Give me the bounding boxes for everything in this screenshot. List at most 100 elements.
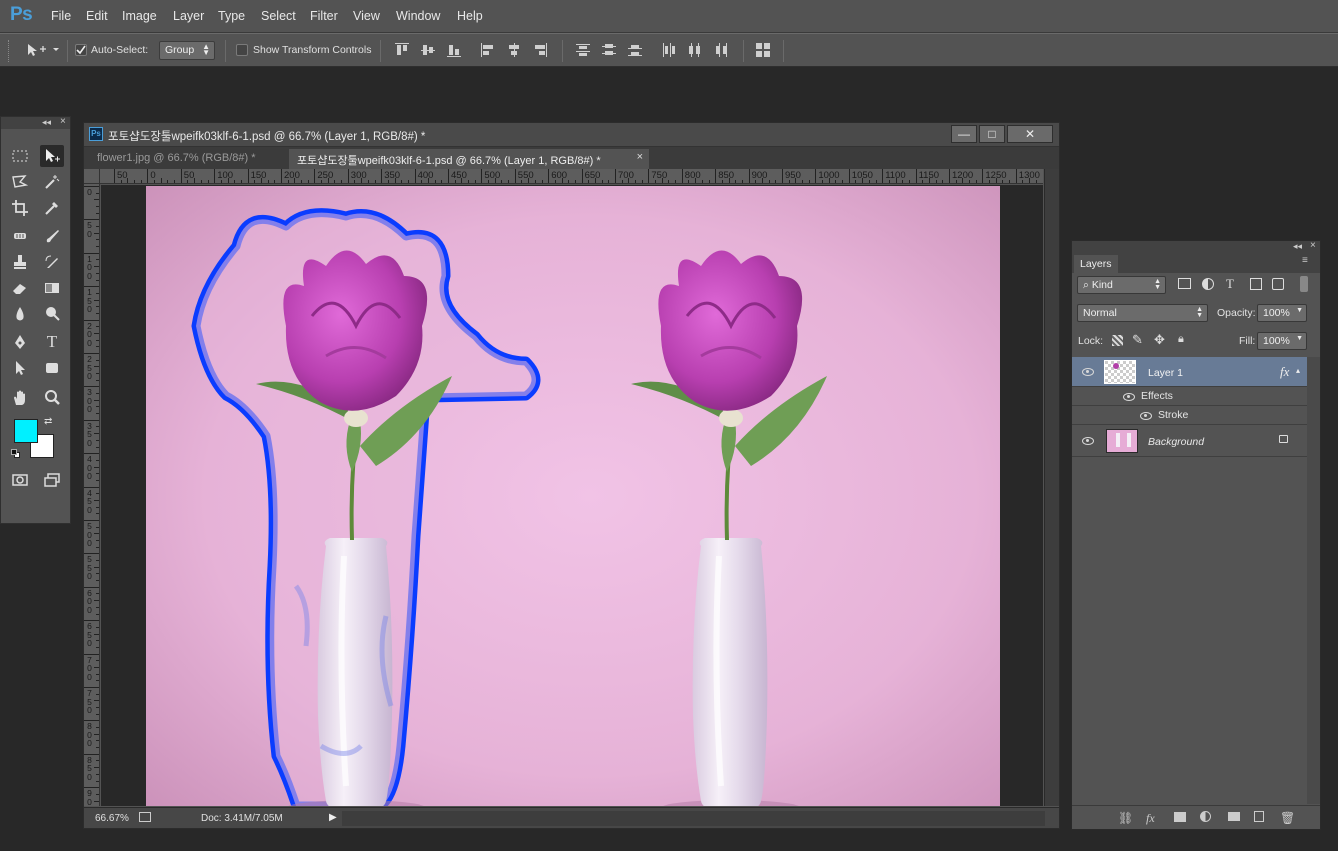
dropdown-arrow-icon[interactable]: ▼ <box>1296 307 1303 314</box>
menu-window[interactable]: Window <box>396 9 440 23</box>
vertical-ruler[interactable]: 0 50 100 150 200 250 300 350 400 450 500 550 600 650 7… <box>84 184 100 806</box>
tab-active-document[interactable]: 포토샵도장툴wpeifk03klf-6-1.psd @ 66.7% (Layer… <box>289 149 649 169</box>
layer-row-layer-1[interactable]: Layer 1 fx ▴ <box>1072 357 1307 387</box>
clone-stamp-tool-icon[interactable] <box>8 251 32 273</box>
tools-panel-header[interactable]: ◂◂ × <box>1 116 70 129</box>
screen-mode-icon[interactable] <box>40 469 64 491</box>
layer-row-background[interactable]: Background <box>1072 425 1307 457</box>
distribute-top-icon[interactable] <box>576 43 590 57</box>
menu-edit[interactable]: Edit <box>86 9 108 23</box>
zoom-tool-icon[interactable] <box>40 387 64 409</box>
magic-wand-tool-icon[interactable] <box>40 171 64 193</box>
eraser-tool-icon[interactable] <box>8 277 32 299</box>
document-titlebar[interactable]: Ps 포토샵도장툴wpeifk03klf-6-1.psd @ 66.7% (La… <box>84 123 1059 147</box>
expand-effects-icon[interactable]: ▴ <box>1296 366 1300 375</box>
minimize-button[interactable]: — <box>951 125 977 143</box>
image-canvas[interactable] <box>146 186 1000 806</box>
menu-filter[interactable]: Filter <box>310 9 338 23</box>
filter-kind-dropdown[interactable]: ⌕ Kind ▲ ▼ <box>1077 276 1166 294</box>
opacity-field[interactable]: 100% ▼ <box>1257 304 1307 322</box>
hand-tool-icon[interactable] <box>8 387 32 409</box>
show-transform-checkbox[interactable] <box>236 44 248 56</box>
menu-help[interactable]: Help <box>457 9 483 23</box>
new-layer-icon[interactable] <box>1254 811 1264 822</box>
visibility-eye-icon[interactable] <box>1082 368 1094 376</box>
collapse-icon[interactable]: ◂◂ <box>42 117 51 128</box>
path-selection-tool-icon[interactable] <box>8 357 32 379</box>
new-adjustment-layer-icon[interactable] <box>1200 811 1211 822</box>
menu-type[interactable]: Type <box>218 9 245 23</box>
distribute-vcenter-icon[interactable] <box>602 43 616 57</box>
close-window-button[interactable]: ✕ <box>1007 125 1053 143</box>
align-hcenter-icon[interactable] <box>507 43 521 57</box>
history-brush-tool-icon[interactable] <box>40 251 64 273</box>
lock-transparent-icon[interactable] <box>1112 335 1123 346</box>
auto-align-layers-icon[interactable] <box>756 43 770 57</box>
layers-scrollbar[interactable] <box>1307 357 1320 804</box>
distribute-left-icon[interactable] <box>662 43 676 57</box>
layer-name[interactable]: Layer 1 <box>1148 367 1183 379</box>
filter-type-icon[interactable]: T <box>1226 276 1234 292</box>
effects-visibility-eye-icon[interactable] <box>1123 393 1135 401</box>
effects-row[interactable]: Effects <box>1072 387 1307 406</box>
ruler-corner[interactable] <box>84 169 100 184</box>
align-top-icon[interactable] <box>395 43 409 57</box>
fill-field[interactable]: 100% ▼ <box>1257 332 1307 350</box>
menu-view[interactable]: View <box>353 9 380 23</box>
add-mask-icon[interactable] <box>1174 812 1186 822</box>
delete-layer-icon[interactable]: 🗑︎ <box>1280 811 1295 825</box>
quick-mask-icon[interactable] <box>8 469 32 491</box>
vertical-scrollbar[interactable] <box>1044 169 1059 806</box>
dodge-tool-icon[interactable] <box>40 303 64 325</box>
maximize-button[interactable]: □ <box>979 125 1005 143</box>
brush-tool-icon[interactable] <box>40 225 64 247</box>
export-icon[interactable] <box>139 812 151 822</box>
crop-tool-icon[interactable] <box>8 197 32 219</box>
move-tool-icon[interactable] <box>40 145 64 167</box>
add-layer-style-icon[interactable]: fx <box>1146 811 1155 826</box>
horizontal-ruler[interactable]: 50 0 50 100 150 200 250 300 350 400 450 500 550 600 65… <box>100 169 1043 184</box>
blend-mode-dropdown[interactable]: Normal ▲ ▼ <box>1077 304 1208 322</box>
distribute-hcenter-icon[interactable] <box>688 43 702 57</box>
visibility-eye-icon[interactable] <box>1082 437 1094 445</box>
tab-layers[interactable]: Layers <box>1074 255 1118 273</box>
zoom-level[interactable]: 66.67% <box>95 813 129 824</box>
menu-file[interactable]: File <box>51 9 71 23</box>
canvas-area[interactable] <box>101 185 1043 806</box>
type-tool-icon[interactable]: T <box>40 331 64 353</box>
fx-icon[interactable]: fx <box>1280 364 1289 380</box>
lasso-tool-icon[interactable] <box>8 171 32 193</box>
marquee-tool-icon[interactable] <box>8 145 32 167</box>
close-icon[interactable]: × <box>60 116 66 127</box>
move-tool-preset-icon[interactable] <box>25 42 59 58</box>
lock-position-icon[interactable]: ✥ <box>1154 332 1165 348</box>
lock-pixels-icon[interactable]: ✎ <box>1132 332 1143 348</box>
link-layers-icon[interactable]: ⛓ <box>1118 811 1133 825</box>
rectangle-tool-icon[interactable] <box>40 357 64 379</box>
spot-healing-tool-icon[interactable] <box>8 225 32 247</box>
align-bottom-icon[interactable] <box>447 43 461 57</box>
options-grip[interactable] <box>8 40 11 62</box>
lock-all-icon[interactable]: 🔒︎ <box>1178 333 1184 346</box>
dropdown-arrow-icon[interactable]: ▼ <box>1296 335 1303 342</box>
default-colors-icon[interactable] <box>11 449 21 459</box>
tab-flower1[interactable]: flower1.jpg @ 66.7% (RGB/8#) * <box>89 149 264 169</box>
collapse-icon[interactable]: ◂◂ <box>1293 241 1302 252</box>
status-menu-arrow-icon[interactable]: ▶ <box>329 812 337 823</box>
filter-smart-object-icon[interactable] <box>1272 278 1284 290</box>
menu-select[interactable]: Select <box>261 9 296 23</box>
filter-adjustment-icon[interactable] <box>1202 278 1214 290</box>
align-left-icon[interactable] <box>481 43 495 57</box>
blur-tool-icon[interactable] <box>8 303 32 325</box>
auto-select-checkbox[interactable] <box>75 44 87 56</box>
pen-tool-icon[interactable] <box>8 331 32 353</box>
align-right-icon[interactable] <box>533 43 547 57</box>
align-vcenter-icon[interactable] <box>421 43 435 57</box>
gradient-tool-icon[interactable] <box>40 277 64 299</box>
tab-close-icon[interactable]: × <box>637 151 643 163</box>
menu-image[interactable]: Image <box>122 9 157 23</box>
eyedropper-tool-icon[interactable] <box>40 197 64 219</box>
panel-menu-icon[interactable]: ≡ <box>1302 255 1308 266</box>
horizontal-scrollbar[interactable] <box>342 811 1045 826</box>
filter-pixel-icon[interactable] <box>1178 278 1191 289</box>
